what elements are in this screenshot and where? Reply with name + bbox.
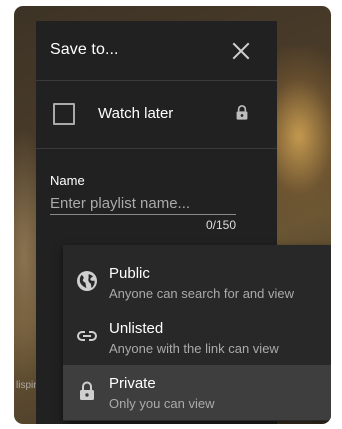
dialog-title: Save to... xyxy=(50,41,119,58)
link-icon xyxy=(75,324,99,348)
privacy-option-subtitle: Anyone can search for and view xyxy=(109,286,294,301)
watch-later-checkbox[interactable] xyxy=(53,103,75,125)
character-counter: 0/150 xyxy=(205,218,236,232)
privacy-option-title: Private xyxy=(109,375,156,392)
globe-icon xyxy=(75,269,99,293)
privacy-option-unlisted[interactable]: Unlisted Anyone with the link can view xyxy=(63,310,331,365)
close-button[interactable] xyxy=(229,39,253,63)
lock-icon xyxy=(75,379,99,403)
dialog-header: Save to... xyxy=(36,21,277,81)
privacy-option-private[interactable]: Private Only you can view xyxy=(63,365,331,420)
privacy-option-subtitle: Anyone with the link can view xyxy=(109,341,279,356)
playlist-name-input[interactable] xyxy=(50,192,236,215)
video-background: lispine Save to... Watch later Name Ente… xyxy=(14,6,331,424)
watch-later-label: Watch later xyxy=(98,105,174,122)
close-icon xyxy=(232,42,250,60)
privacy-option-subtitle: Only you can view xyxy=(109,396,215,411)
privacy-menu: Public Anyone can search for and view Un… xyxy=(63,245,331,421)
privacy-option-title: Unlisted xyxy=(109,320,164,337)
privacy-option-public[interactable]: Public Anyone can search for and view xyxy=(63,255,331,310)
name-field-label: Name xyxy=(50,173,85,188)
lock-icon xyxy=(232,103,252,123)
privacy-option-title: Public xyxy=(109,265,150,282)
watch-later-row[interactable]: Watch later xyxy=(36,81,277,149)
